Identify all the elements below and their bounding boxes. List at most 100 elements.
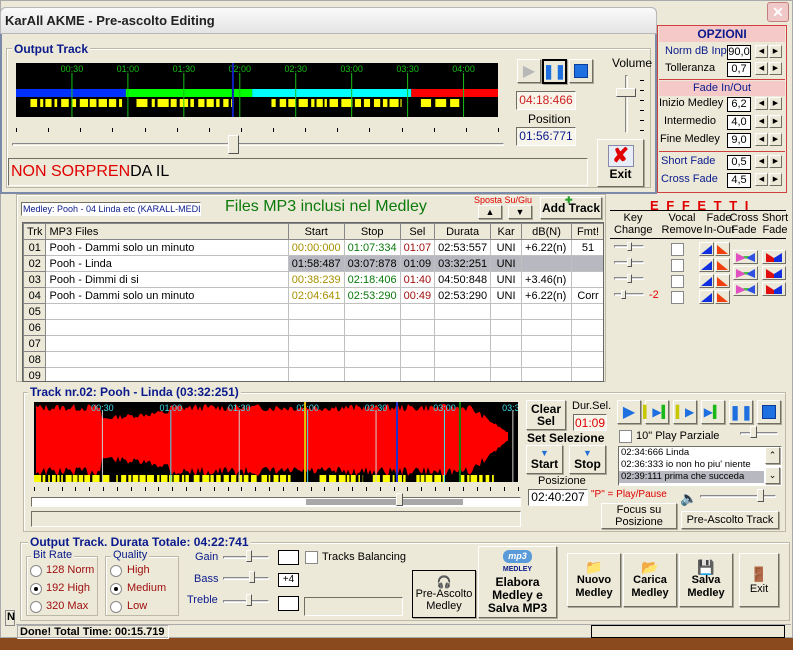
- column-header[interactable]: Kar: [490, 223, 523, 240]
- play-from-start-button[interactable]: ▍▶: [673, 400, 697, 424]
- bitrate-radio[interactable]: [30, 565, 42, 577]
- lyric-list-item[interactable]: 02:39:111 prima che succeda: [619, 471, 764, 483]
- key-change-thumb[interactable]: [627, 242, 632, 251]
- play-to-end-button[interactable]: ▶▍: [701, 400, 725, 424]
- pause-button[interactable]: ❚❚: [729, 400, 753, 424]
- elabora-medley-button[interactable]: mp3 MEDLEY Elabora Medley e Salva MP3: [478, 546, 557, 618]
- bitrate-radio[interactable]: [30, 583, 42, 595]
- track-position-thumb[interactable]: [395, 493, 403, 506]
- inizio-dec[interactable]: ◀: [755, 97, 768, 110]
- output-position-slider-track[interactable]: [12, 143, 504, 146]
- set-start-button[interactable]: ▼ Start: [526, 445, 563, 474]
- volume-slider-track[interactable]: [625, 75, 628, 133]
- parziale-slider-track[interactable]: [740, 432, 778, 435]
- output-position-thumb[interactable]: [227, 135, 239, 154]
- salva-medley-button[interactable]: 💾 Salva Medley: [679, 553, 733, 607]
- short-fade-dec[interactable]: ◀: [755, 155, 768, 168]
- lyrics-list[interactable]: 02:34:666 Linda 02:36:333 io non ho piu' …: [618, 446, 782, 486]
- treble-thumb[interactable]: [246, 594, 252, 606]
- set-stop-button[interactable]: ▼ Stop: [569, 445, 606, 474]
- nuovo-medley-button[interactable]: 📁 Nuovo Medley: [567, 553, 621, 607]
- vocal-remove-checkbox[interactable]: [671, 291, 684, 304]
- table-row[interactable]: 06: [23, 319, 603, 336]
- quality-radio[interactable]: [110, 565, 122, 577]
- key-change-thumb[interactable]: [627, 274, 632, 283]
- bitrate-radio[interactable]: [30, 601, 42, 613]
- focus-posizione-button[interactable]: Focus su Posizione: [601, 503, 677, 529]
- tracks-balancing-checkbox[interactable]: [305, 551, 318, 564]
- fade-out-button[interactable]: [715, 274, 730, 288]
- column-header[interactable]: Sel: [399, 223, 436, 240]
- play-selection-button[interactable]: ▍▶▍: [643, 400, 671, 424]
- bass-thumb[interactable]: [249, 571, 255, 583]
- carica-medley-button[interactable]: 📂 Carica Medley: [623, 553, 677, 607]
- intermedio-inc[interactable]: ▶: [769, 115, 782, 128]
- preascolto-track-button[interactable]: Pre-Ascolto Track: [681, 511, 779, 529]
- table-row[interactable]: 03 Pooh - Dimmi di si 00:38:239 02:18:406 01…: [23, 271, 603, 288]
- norm-db-inc[interactable]: ▶: [769, 45, 782, 58]
- column-header[interactable]: Stop: [343, 223, 401, 240]
- dialog-exit-button[interactable]: ✘ Exit: [597, 139, 644, 187]
- table-row[interactable]: 01 Pooh - Dammi solo un minuto 00:00:000 01…: [23, 239, 603, 256]
- tolleranza-inc[interactable]: ▶: [769, 62, 782, 75]
- inizio-inc[interactable]: ▶: [769, 97, 782, 110]
- play-parziale-checkbox[interactable]: [619, 430, 632, 443]
- intermedio-dec[interactable]: ◀: [755, 115, 768, 128]
- volume-slider-thumb[interactable]: [616, 88, 636, 98]
- track-waveform[interactable]: 00:30 01:00 01:30 02:00 02:30 03:00 03:3: [34, 402, 518, 482]
- fade-in-button[interactable]: [699, 274, 714, 288]
- column-header[interactable]: Durata: [434, 223, 492, 240]
- parziale-slider-thumb[interactable]: [750, 426, 757, 438]
- track-position-slider[interactable]: [31, 493, 521, 507]
- lyrics-scroll-up[interactable]: ⌃: [765, 447, 780, 464]
- inizio-field[interactable]: 6,2: [727, 97, 751, 112]
- output-stop-button[interactable]: [569, 59, 593, 83]
- key-change-slider[interactable]: [614, 293, 644, 296]
- gain-thumb[interactable]: [246, 550, 252, 562]
- cross-fade-button[interactable]: [733, 250, 758, 264]
- short-fade-inc[interactable]: ▶: [769, 155, 782, 168]
- tolleranza-dec[interactable]: ◀: [755, 62, 768, 75]
- medley-name-field[interactable]: Medley: Pooh - 04 Linda etc (KARALL-MEDL…: [21, 202, 201, 216]
- short-fade-button[interactable]: [762, 266, 786, 280]
- track-volume-thumb[interactable]: [757, 489, 764, 502]
- lyric-list-item[interactable]: 02:34:666 Linda: [619, 447, 764, 459]
- cross-fade-dec[interactable]: ◀: [755, 173, 768, 186]
- fine-inc[interactable]: ▶: [769, 133, 782, 146]
- move-up-button[interactable]: ▲: [478, 205, 502, 219]
- vocal-remove-checkbox[interactable]: [671, 275, 684, 288]
- output-track-timeline[interactable]: 00:30 01:00 01:30 02:00 02:30 03:00 03:30 04:00: [16, 63, 498, 117]
- short-fade-field[interactable]: 0,5: [727, 155, 751, 170]
- table-row[interactable]: 05: [23, 303, 603, 320]
- table-row[interactable]: 09: [23, 367, 603, 381]
- posizione-field[interactable]: 02:40:207: [528, 489, 588, 506]
- table-row[interactable]: 08: [23, 351, 603, 368]
- output-pause-button[interactable]: ❚❚: [542, 59, 567, 84]
- main-close-button[interactable]: ✕: [767, 2, 789, 22]
- fine-field[interactable]: 9,0: [727, 133, 751, 148]
- output-play-button[interactable]: ▶: [517, 59, 541, 83]
- cross-fade-button[interactable]: [733, 282, 758, 296]
- quality-radio[interactable]: [110, 601, 122, 613]
- key-change-thumb[interactable]: [627, 258, 632, 267]
- short-fade-button[interactable]: [762, 250, 786, 264]
- clear-sel-button[interactable]: Clear Sel: [526, 400, 566, 430]
- fade-out-button[interactable]: [715, 242, 730, 256]
- fade-in-button[interactable]: [699, 258, 714, 272]
- short-fade-button[interactable]: [762, 282, 786, 296]
- norm-db-field[interactable]: 90,0: [727, 45, 751, 60]
- key-change-thumb[interactable]: [621, 290, 626, 299]
- table-row[interactable]: 04 Pooh - Dammi solo un minuto 02:04:641 02…: [23, 287, 603, 304]
- exit-button[interactable]: 🚪 Exit: [739, 553, 779, 607]
- column-header[interactable]: MP3 Files: [45, 223, 289, 240]
- cross-fade-inc[interactable]: ▶: [769, 173, 782, 186]
- column-header[interactable]: Trk: [23, 223, 47, 240]
- tolleranza-field[interactable]: 0,7: [727, 62, 751, 77]
- table-row[interactable]: 02 Pooh - Linda 01:58:487 03:07:878 01:09 03:…: [23, 255, 603, 272]
- play-button[interactable]: ▶: [617, 400, 641, 424]
- fade-in-button[interactable]: [699, 242, 714, 256]
- selection-end-marker[interactable]: [458, 402, 461, 482]
- selection-start-marker[interactable]: [304, 402, 307, 482]
- intermedio-field[interactable]: 4,0: [727, 115, 751, 130]
- fade-out-button[interactable]: [715, 258, 730, 272]
